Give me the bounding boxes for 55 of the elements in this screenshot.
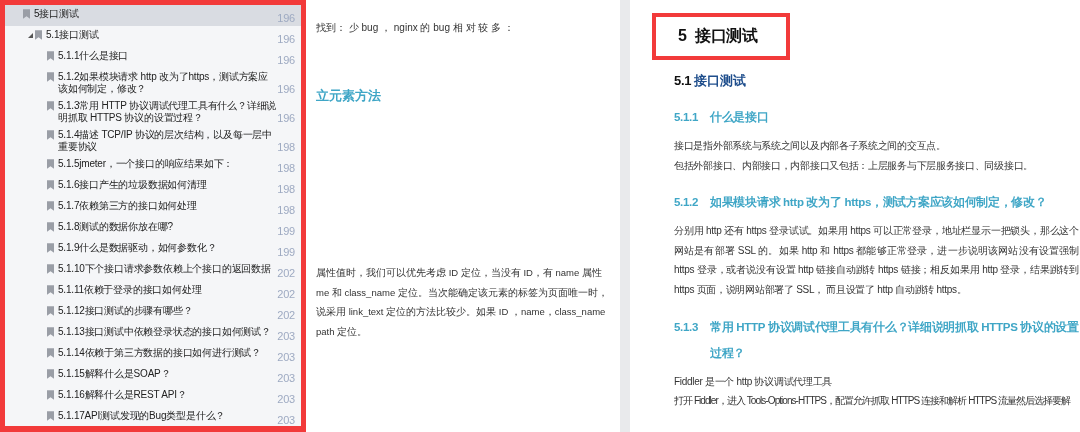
bookmark-item[interactable]: 5.1.2如果模块请求 http 改为了https，测试方案应该如何制定，修改？ 196 [5, 68, 301, 97]
bookmark-item[interactable]: 5.1接口测试 196 [5, 26, 301, 47]
bookmark-item[interactable]: 5.1.12接口测试的步骤有哪些？ 202 [5, 302, 301, 323]
bookmark-item[interactable]: 5.1.4描述 TCP/IP 协议的层次结构，以及每一层中重要协议 198 [5, 126, 301, 155]
bookmark-icon [47, 130, 54, 140]
bookmark-item[interactable]: 5.1.10下个接口请求参数依赖上个接口的返回数据 202 [5, 260, 301, 281]
section-heading: 立元素方法 [316, 87, 382, 105]
body-text: path 定位。 [316, 324, 369, 339]
bookmark-icon [47, 101, 54, 111]
subsection-heading: 5.1.1 什么是接口 [674, 110, 770, 125]
bookmark-icon [47, 180, 54, 190]
bookmark-item[interactable]: 5.1.3常用 HTTP 协议调试代理工具有什么？详细说明抓取 HTTPS 协议的设置过程？ 196 [5, 97, 301, 126]
bookmark-icon [47, 264, 54, 274]
bookmark-item[interactable]: 5.1.15解释什么是SOAP？ 203 [5, 365, 301, 386]
bookmark-item[interactable]: 5.1.6接口产生的垃圾数据如何清理 198 [5, 176, 301, 197]
body-text: 接口是指外部系统与系统之间以及内部各子系统之间的交互点。 [674, 139, 947, 153]
section-title: 5.1 接口测试 [674, 72, 747, 90]
bookmark-item[interactable]: 5.1.17API测试发现的Bug类型是什么？ 203 [5, 407, 301, 426]
bookmark-icon [47, 243, 54, 253]
bookmark-item[interactable]: 5.1.16解释什么是REST API？ 203 [5, 386, 301, 407]
bookmark-icon [47, 285, 54, 295]
bookmark-item[interactable]: 5.1.8测试的数据你放在哪? 199 [5, 218, 301, 239]
collapse-triangle-icon[interactable] [27, 33, 33, 38]
bookmark-icon [47, 348, 54, 358]
bookmark-item[interactable]: 5.1.7依赖第三方的接口如何处理 198 [5, 197, 301, 218]
bookmark-icon [47, 327, 54, 337]
body-text: 分别用 http 还有 https 登录试试。如果用 https 可以正常登录，地址栏显示一把锁头，那么这个网站是有部署 SSL 的。如果 http 和 https 都能够正常登录，进一步说明该网站没有设置强制 https 登录，或者说没有设置 http 链接自动跳转 https 链接；相反如果用 http 登录，结果跳转到 https 页面，说明网站部署了 SSL， 而且设置了 http 自动跳转 https。 [674, 224, 1079, 297]
body-text: 找到： 少 bug ， nginx 的 bug 相 对 较 多 ： [316, 21, 515, 35]
bookmark-icon [23, 9, 30, 19]
bookmark-icon [47, 159, 54, 169]
body-text: Fiddler 是一个 http 协议调试代理工具 [674, 374, 834, 389]
chapter-title: 5 接口测试 [678, 26, 758, 46]
bookmark-icon [47, 51, 54, 61]
bookmark-icon [47, 72, 54, 82]
bookmark-icon [47, 222, 54, 232]
subsection-heading: 5.1.3 常用 HTTP 协议调试代理工具有什么？详细说明抓取 HTTPS 协议的设置过程？ [674, 319, 1079, 361]
bookmark-item[interactable]: 5.1.11依赖于登录的接口如何处理 202 [5, 281, 301, 302]
bookmark-icon [35, 30, 42, 40]
bookmark-item[interactable]: 5.1.13接口测试中依赖登录状态的接口如何测试？ 203 [5, 323, 301, 344]
bookmark-item[interactable]: 5接口测试 196 [5, 5, 301, 26]
bookmark-icon [47, 390, 54, 400]
body-text: 说采用 link_text 定位的方法比较少。如果 ID ，name，class_name [316, 305, 607, 319]
bookmark-item[interactable]: 5.1.1什么是接口 196 [5, 47, 301, 68]
bookmark-icon [47, 411, 54, 421]
body-text: 包括外部接口、内部接口，内部接口又包括：上层服务与下层服务接口、同级接口。 [674, 158, 1034, 173]
subsection-heading: 5.1.2 如果模块请求 http 改为了 https，测试方案应该如何制定，修改？ [674, 194, 1048, 211]
bookmark-icon [47, 306, 54, 316]
bookmark-item[interactable]: 5.1.9什么是数据驱动，如何参数化？ 199 [5, 239, 301, 260]
bookmark-icon [47, 369, 54, 379]
body-text: 属性值时，我们可以优先考虑 ID 定位，当没有 ID，有 name 属性 [316, 266, 603, 280]
bookmark-item[interactable]: 5.1.14依赖于第三方数据的接口如何进行测试？ 203 [5, 344, 301, 365]
bookmark-item[interactable]: 5.1.5jmeter，一个接口的响应结果如下： 198 [5, 155, 301, 176]
bookmark-icon [47, 201, 54, 211]
body-text: 打开 Fiddler，进入 Tools-Options-HTTPS，配置允许抓取 HTTPS 连接和解析 HTTPS 流量然后选择要解 [674, 394, 1072, 409]
body-text: me 和 class_name 定位。当次能确定该元素的标签为页面唯一时， [316, 285, 609, 300]
